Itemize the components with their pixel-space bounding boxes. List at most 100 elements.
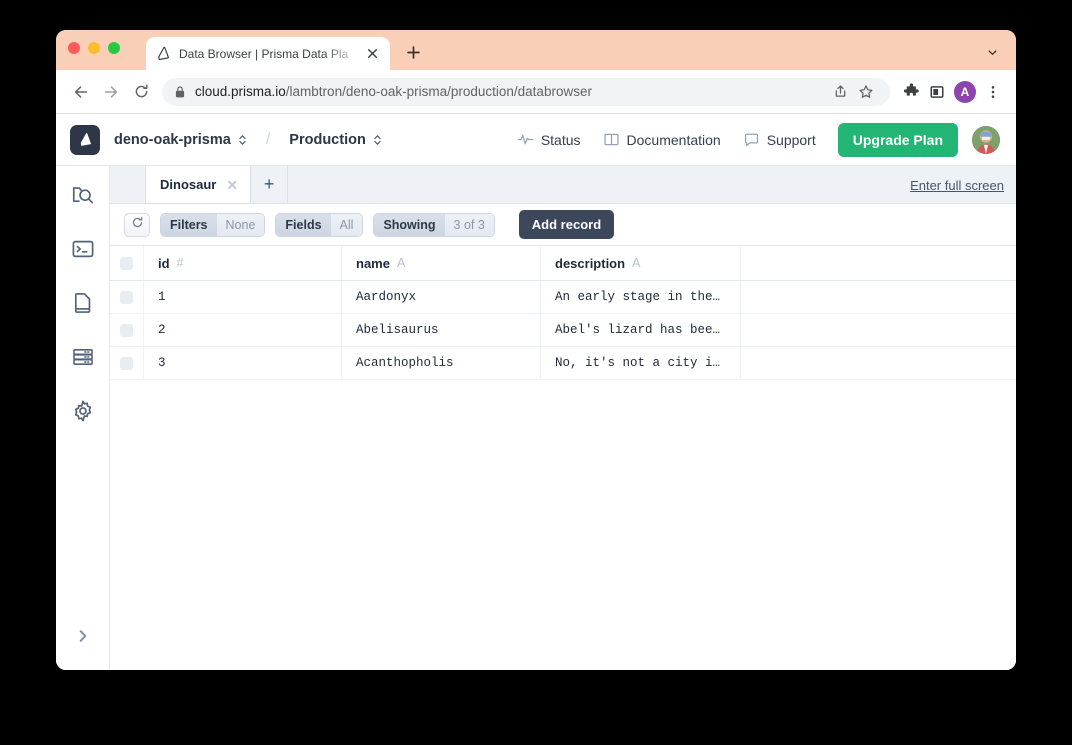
row-checkbox[interactable] <box>120 357 133 370</box>
row-select-cell[interactable] <box>110 314 144 346</box>
sidebar-item-query-console[interactable] <box>70 238 96 264</box>
share-icon[interactable] <box>828 80 852 104</box>
window-controls <box>68 42 120 54</box>
header-link-label: Status <box>541 132 581 148</box>
column-header-id[interactable]: id # <box>144 246 342 280</box>
sidebar-item-settings[interactable] <box>70 400 96 426</box>
maximize-window-button[interactable] <box>108 42 120 54</box>
select-all-checkbox[interactable] <box>120 257 133 270</box>
cell-description[interactable]: Abel's lizard has bee… <box>541 314 741 346</box>
prisma-triangle-icon <box>156 46 171 61</box>
chat-bubble-icon <box>743 131 760 148</box>
breadcrumb: deno-oak-prisma / Production <box>114 131 382 149</box>
header-link-documentation[interactable]: Documentation <box>603 131 721 148</box>
column-header-name[interactable]: name A <box>342 246 541 280</box>
row-select-cell[interactable] <box>110 347 144 379</box>
cell-id[interactable]: 2 <box>144 314 342 346</box>
lock-icon <box>174 85 186 99</box>
select-all-cell[interactable] <box>110 246 144 280</box>
add-model-tab-button[interactable]: + <box>251 166 288 203</box>
fields-pill[interactable]: Fields All <box>275 213 363 237</box>
sidebar-item-schema[interactable] <box>70 292 96 318</box>
chevron-down-icon[interactable] <box>982 42 1002 62</box>
star-icon[interactable] <box>854 80 878 104</box>
sidebar-item-database[interactable] <box>70 346 96 372</box>
table-row[interactable]: 2 Abelisaurus Abel's lizard has bee… <box>110 314 1016 347</box>
column-label: description <box>555 256 625 271</box>
cell-name[interactable]: Abelisaurus <box>342 314 541 346</box>
header-link-status[interactable]: Status <box>517 131 581 148</box>
omnibox-actions <box>828 80 878 104</box>
folder-search-icon <box>71 183 95 212</box>
sidebar <box>56 166 110 670</box>
cell-description[interactable]: No, it's not a city i… <box>541 347 741 379</box>
breadcrumb-environment[interactable]: Production <box>289 132 366 148</box>
model-tabstrip: Dinosaur ✕ + Enter full screen <box>110 166 1016 204</box>
kebab-menu-icon[interactable] <box>980 79 1006 105</box>
header-link-label: Documentation <box>627 132 721 148</box>
enter-full-screen-link[interactable]: Enter full screen <box>910 166 1004 204</box>
profile-avatar[interactable]: A <box>954 81 976 103</box>
fields-value: All <box>331 214 363 236</box>
add-record-button[interactable]: Add record <box>519 210 614 239</box>
screen: Data Browser | Prisma Data Pla <box>0 0 1072 745</box>
side-panel-icon[interactable] <box>924 79 950 105</box>
app-body: Dinosaur ✕ + Enter full screen <box>56 166 1016 670</box>
close-window-button[interactable] <box>68 42 80 54</box>
refresh-icon <box>131 216 144 234</box>
expand-sidebar-button[interactable] <box>70 623 96 649</box>
chevron-updown-icon[interactable] <box>238 133 247 147</box>
header-filler <box>741 246 1016 280</box>
header-link-label: Support <box>767 132 816 148</box>
model-tab-label: Dinosaur <box>160 177 216 192</box>
row-checkbox[interactable] <box>120 324 133 337</box>
back-arrow-icon[interactable] <box>66 77 96 107</box>
cell-name[interactable]: Acanthopholis <box>342 347 541 379</box>
avatar[interactable] <box>972 126 1000 154</box>
string-type-icon: A <box>397 256 405 270</box>
row-checkbox[interactable] <box>120 291 133 304</box>
breadcrumb-separator: / <box>266 131 270 149</box>
puzzle-icon[interactable] <box>898 79 924 105</box>
cell-description[interactable]: An early stage in the… <box>541 281 741 313</box>
filters-value: None <box>217 214 265 236</box>
filters-label: Filters <box>161 214 217 236</box>
forward-arrow-icon[interactable] <box>96 77 126 107</box>
close-icon[interactable] <box>364 46 380 62</box>
cell-name[interactable]: Aardonyx <box>342 281 541 313</box>
url-path: /lambtron/deno-oak-prisma/production/dat… <box>286 84 592 99</box>
chevron-updown-icon[interactable] <box>373 133 382 147</box>
refresh-button[interactable] <box>124 213 150 237</box>
header-link-support[interactable]: Support <box>743 131 816 148</box>
filters-pill[interactable]: Filters None <box>160 213 265 237</box>
column-label: id <box>158 256 170 271</box>
upgrade-plan-button[interactable]: Upgrade Plan <box>838 123 958 157</box>
document-icon <box>71 291 95 320</box>
cell-id[interactable]: 1 <box>144 281 342 313</box>
table-row[interactable]: 1 Aardonyx An early stage in the… <box>110 281 1016 314</box>
address-bar[interactable]: cloud.prisma.io/lambtron/deno-oak-prisma… <box>162 78 890 106</box>
browser-tab[interactable]: Data Browser | Prisma Data Pla <box>146 37 390 70</box>
number-type-icon: # <box>177 256 184 270</box>
prisma-logo-icon[interactable] <box>70 125 100 155</box>
gear-icon <box>71 399 95 428</box>
column-header-description[interactable]: description A <box>541 246 741 280</box>
main-content: Dinosaur ✕ + Enter full screen <box>110 166 1016 670</box>
terminal-icon <box>71 237 95 266</box>
cell-id[interactable]: 3 <box>144 347 342 379</box>
model-tab-dinosaur[interactable]: Dinosaur ✕ <box>145 166 251 203</box>
app-header: deno-oak-prisma / Production <box>56 114 1016 166</box>
showing-pill[interactable]: Showing 3 of 3 <box>373 213 494 237</box>
browser-tab-title: Data Browser | Prisma Data Pla <box>179 47 360 61</box>
string-type-icon: A <box>632 256 640 270</box>
browser-titlebar: Data Browser | Prisma Data Pla <box>56 30 1016 70</box>
close-icon[interactable]: ✕ <box>226 178 238 192</box>
sidebar-item-data-browser[interactable] <box>70 184 96 210</box>
fields-label: Fields <box>276 214 330 236</box>
breadcrumb-project[interactable]: deno-oak-prisma <box>114 132 231 148</box>
minimize-window-button[interactable] <box>88 42 100 54</box>
new-tab-button[interactable] <box>401 40 425 64</box>
reload-icon[interactable] <box>126 77 156 107</box>
row-select-cell[interactable] <box>110 281 144 313</box>
table-row[interactable]: 3 Acanthopholis No, it's not a city i… <box>110 347 1016 380</box>
